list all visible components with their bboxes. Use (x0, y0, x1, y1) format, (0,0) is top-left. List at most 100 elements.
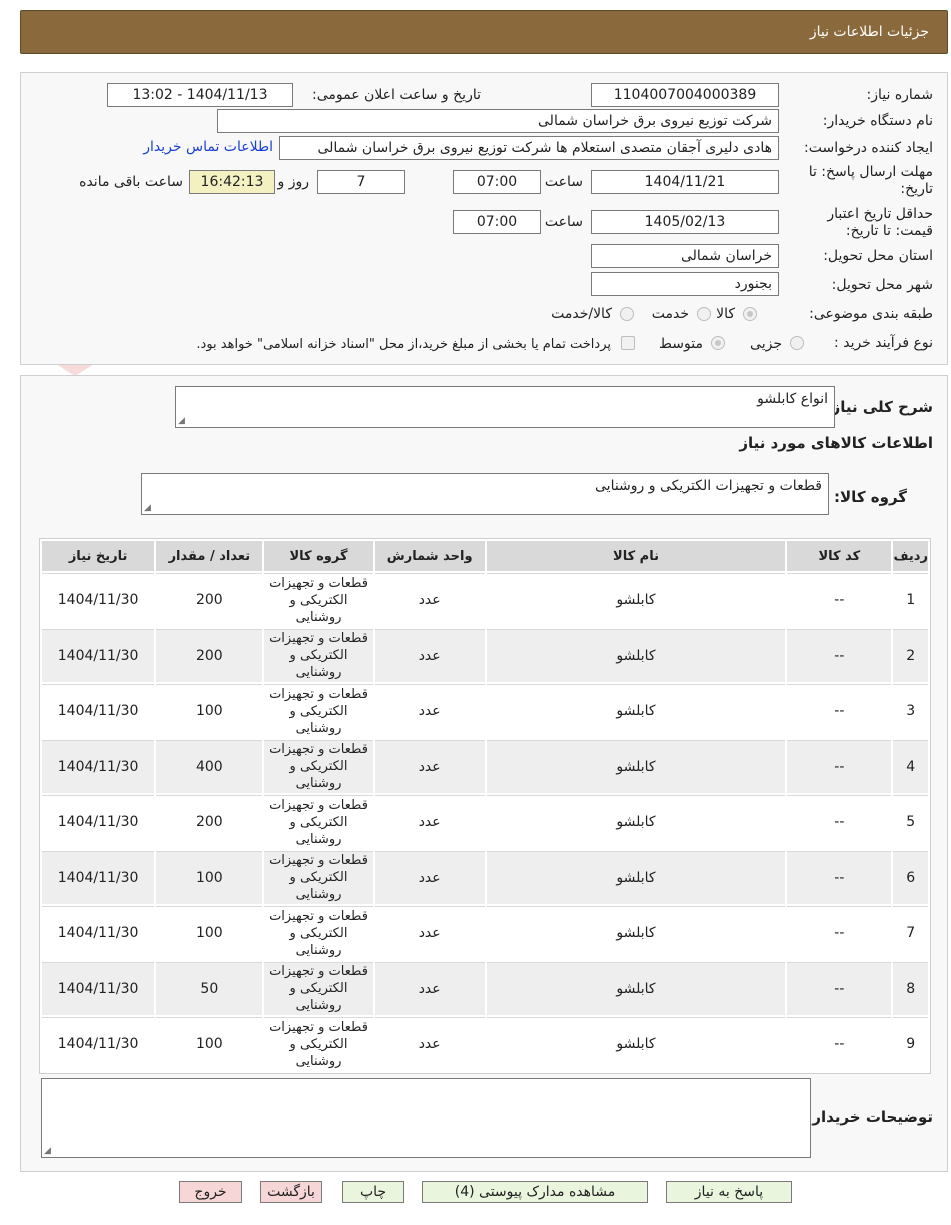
cell-goods-group: قطعات و تجهیزات الکتریکی و روشنایی (264, 850, 373, 904)
cell-unit: عدد (374, 739, 485, 793)
cell-goods-name: کابلشو (486, 1017, 786, 1071)
cell-quantity: 100 (156, 1017, 263, 1071)
col-header-quantity: تعداد / مقدار (156, 541, 263, 571)
cell-goods-group: قطعات و تجهیزات الکتریکی و روشنایی (264, 961, 373, 1015)
resize-grip-icon[interactable]: ◢ (178, 417, 185, 426)
col-header-need-date: تاریخ نیاز (42, 541, 155, 571)
cell-goods-code: -- (787, 961, 892, 1015)
goods-group-label: گروه کالا: (834, 488, 907, 506)
view-attachments-button[interactable]: مشاهده مدارک پیوستی (4) (422, 1181, 648, 1203)
cell-goods-group: قطعات و تجهیزات الکتریکی و روشنایی (264, 795, 373, 849)
cell-quantity: 200 (156, 628, 263, 682)
table-row: 7 -- کابلشو عدد قطعات و تجهیزات الکتریکی و ر… (42, 906, 928, 960)
cell-goods-code: -- (787, 1017, 892, 1071)
table-row: 9 -- کابلشو عدد قطعات و تجهیزات الکتریکی و ر… (42, 1017, 928, 1071)
cell-need-date: 1404/11/30 (42, 961, 155, 1015)
cell-quantity: 50 (156, 961, 263, 1015)
summary-textarea[interactable]: انواع کابلشو ◢ (175, 386, 835, 428)
table-header-row: ردیف کد کالا نام کالا واحد شمارش گروه کا… (42, 541, 928, 571)
cell-row-number: 9 (893, 1017, 928, 1071)
category-goods-radio[interactable] (743, 307, 757, 321)
cell-goods-group: قطعات و تجهیزات الکتریکی و روشنایی (264, 684, 373, 738)
cell-row-number: 5 (893, 795, 928, 849)
cell-quantity: 100 (156, 684, 263, 738)
cell-row-number: 4 (893, 739, 928, 793)
cell-goods-group: قطعات و تجهیزات الکتریکی و روشنایی (264, 906, 373, 960)
cell-quantity: 200 (156, 795, 263, 849)
process-medium-label: متوسط (659, 336, 703, 352)
page-header: جزئیات اطلاعات نیاز (20, 10, 948, 54)
cell-unit: عدد (374, 906, 485, 960)
cell-need-date: 1404/11/30 (42, 684, 155, 738)
creator-label: ایجاد کننده درخواست: (804, 140, 933, 156)
cell-unit: عدد (374, 684, 485, 738)
cell-goods-code: -- (787, 573, 892, 627)
category-goods-label: کالا (716, 306, 735, 322)
deadline-time-field: 07:00 (453, 170, 541, 194)
col-header-row-number: ردیف (893, 541, 928, 571)
treasury-payment-note: پرداخت تمام یا بخشی از مبلغ خرید،از محل … (196, 337, 611, 352)
cell-need-date: 1404/11/30 (42, 906, 155, 960)
cell-goods-code: -- (787, 684, 892, 738)
table-row: 3 -- کابلشو عدد قطعات و تجهیزات الکتریکی و ر… (42, 684, 928, 738)
treasury-payment-checkbox[interactable] (621, 336, 635, 350)
print-button[interactable]: چاپ (342, 1181, 404, 1203)
cell-need-date: 1404/11/30 (42, 850, 155, 904)
creator-field: هادی دلیری آجقان متصدی استعلام ها شرکت ت… (279, 136, 779, 160)
cell-goods-name: کابلشو (486, 795, 786, 849)
cell-need-date: 1404/11/30 (42, 795, 155, 849)
category-service-radio[interactable] (697, 307, 711, 321)
announce-datetime-field: 1404/11/13 - 13:02 (107, 83, 293, 107)
cell-quantity: 100 (156, 906, 263, 960)
goods-group-text: قطعات و تجهیزات الکتریکی و روشنایی (595, 478, 822, 494)
cell-row-number: 3 (893, 684, 928, 738)
city-field: بجنورد (591, 272, 779, 296)
cell-goods-name: کابلشو (486, 684, 786, 738)
cell-goods-group: قطعات و تجهیزات الکتریکی و روشنایی (264, 1017, 373, 1071)
table-row: 6 -- کابلشو عدد قطعات و تجهیزات الکتریکی و ر… (42, 850, 928, 904)
cell-goods-name: کابلشو (486, 739, 786, 793)
cell-unit: عدد (374, 961, 485, 1015)
table-row: 5 -- کابلشو عدد قطعات و تجهیزات الکتریکی و ر… (42, 795, 928, 849)
days-label: روز و (277, 174, 310, 190)
buyer-notes-textarea[interactable]: ◢ (41, 1078, 811, 1158)
cell-goods-name: کابلشو (486, 906, 786, 960)
col-header-unit: واحد شمارش (374, 541, 485, 571)
process-minor-radio[interactable] (790, 336, 804, 350)
table-row: 1 -- کابلشو عدد قطعات و تجهیزات الکتریکی و ر… (42, 573, 928, 627)
resize-grip-icon[interactable]: ◢ (44, 1147, 51, 1156)
category-service-label: خدمت (651, 306, 689, 322)
table-row: 2 -- کابلشو عدد قطعات و تجهیزات الکتریکی و ر… (42, 628, 928, 682)
category-goods-service-radio[interactable] (620, 307, 634, 321)
cell-unit: عدد (374, 573, 485, 627)
summary-text: انواع کابلشو (757, 391, 828, 407)
process-medium-radio[interactable] (711, 336, 725, 350)
cell-goods-group: قطعات و تجهیزات الکتریکی و روشنایی (264, 739, 373, 793)
category-goods-service-label: کالا/خدمت (551, 306, 612, 322)
city-label: شهر محل تحویل: (831, 277, 933, 293)
cell-goods-group: قطعات و تجهیزات الکتریکی و روشنایی (264, 628, 373, 682)
price-validity-time-label: ساعت (544, 214, 583, 230)
exit-button[interactable]: خروج (179, 1181, 242, 1203)
process-type-label: نوع فرآیند خرید : (834, 335, 933, 351)
resize-grip-icon[interactable]: ◢ (144, 504, 151, 513)
buyer-contact-link[interactable]: اطلاعات تماس خریدار (143, 139, 273, 155)
cell-need-date: 1404/11/30 (42, 739, 155, 793)
cell-goods-group: قطعات و تجهیزات الکتریکی و روشنایی (264, 573, 373, 627)
days-remaining-field: 7 (317, 170, 405, 194)
goods-group-textarea[interactable]: قطعات و تجهیزات الکتریکی و روشنایی ◢ (141, 473, 829, 515)
goods-info-title: اطلاعات کالاهای مورد نیاز (739, 434, 933, 452)
buyer-notes-label: توضیحات خریدار: (806, 1108, 933, 1126)
page-title: جزئیات اطلاعات نیاز (809, 24, 929, 40)
back-button[interactable]: بازگشت (260, 1181, 322, 1203)
cell-goods-code: -- (787, 906, 892, 960)
cell-unit: عدد (374, 628, 485, 682)
cell-goods-code: -- (787, 795, 892, 849)
cell-goods-name: کابلشو (486, 850, 786, 904)
reply-button[interactable]: پاسخ به نیاز (666, 1181, 792, 1203)
cell-need-date: 1404/11/30 (42, 1017, 155, 1071)
cell-goods-code: -- (787, 628, 892, 682)
cell-row-number: 6 (893, 850, 928, 904)
cell-goods-name: کابلشو (486, 961, 786, 1015)
remaining-time-field: 16:42:13 (189, 170, 275, 194)
